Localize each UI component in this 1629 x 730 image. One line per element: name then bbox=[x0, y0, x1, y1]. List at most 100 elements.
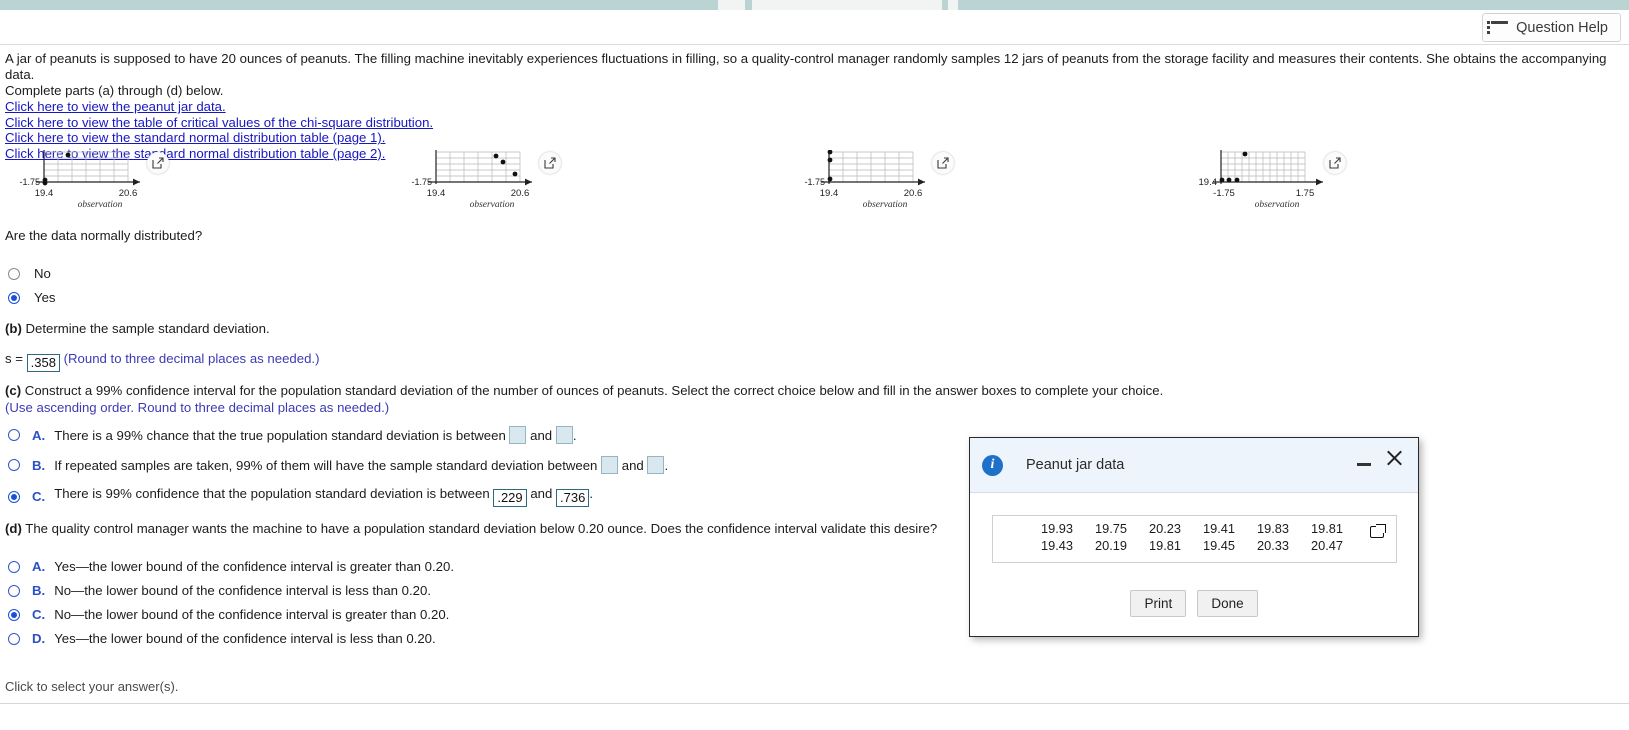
minimize-icon[interactable] bbox=[1357, 454, 1371, 468]
done-button[interactable]: Done bbox=[1197, 590, 1258, 617]
part-c-period-a: . bbox=[572, 428, 577, 443]
cell: 19.81 bbox=[1310, 521, 1343, 536]
browser-chrome-strip bbox=[0, 0, 1629, 10]
part-c-radio-b[interactable] bbox=[8, 459, 20, 471]
svg-text:-1.75: -1.75 bbox=[19, 177, 40, 187]
print-button[interactable]: Print bbox=[1130, 590, 1187, 617]
part-d-text: The quality control manager wants the ma… bbox=[25, 521, 938, 536]
part-a-radio-yes[interactable] bbox=[8, 291, 20, 304]
cell: 19.81 bbox=[1148, 538, 1181, 553]
problem-paragraph: A jar of peanuts is supposed to have 20 … bbox=[5, 51, 1607, 82]
plot-3-expand-icon[interactable] bbox=[932, 152, 954, 174]
plot-3[interactable]: -1.75 19.4 20.6 observation bbox=[785, 150, 985, 212]
cell: 19.75 bbox=[1094, 521, 1127, 536]
part-c-input-b2[interactable] bbox=[647, 456, 665, 474]
part-c-letter-a: A. bbox=[32, 427, 46, 443]
plot-2-expand-icon[interactable] bbox=[539, 152, 561, 174]
plot-2[interactable]: -1.75 19.4 20.6 observation bbox=[392, 150, 592, 212]
dialog-buttons: Print Done bbox=[970, 590, 1418, 617]
problem-instruction: Complete parts (a) through (d) below. bbox=[5, 83, 224, 98]
part-c-input-b1[interactable] bbox=[601, 456, 619, 474]
plot-4-expand-icon[interactable] bbox=[1324, 152, 1346, 174]
plot-1[interactable]: -1.75 19.4 20.6 observation bbox=[0, 150, 200, 212]
part-c-letter-c: C. bbox=[32, 489, 46, 504]
question-toolbar: Question Help bbox=[0, 10, 1629, 45]
part-a-radio-no[interactable] bbox=[8, 267, 20, 280]
link-chi-square-table[interactable]: Click here to view the table of critical… bbox=[5, 115, 433, 130]
part-c-period-c: . bbox=[589, 486, 593, 501]
info-icon: i bbox=[982, 454, 1003, 476]
table-row: 19.93 19.75 20.23 19.41 19.83 19.81 bbox=[1019, 520, 1343, 537]
plot-4[interactable]: 19.4 -1.75 1.75 observation bbox=[1177, 150, 1377, 212]
part-c-and-b: and bbox=[621, 458, 644, 473]
peanut-data-table: 19.93 19.75 20.23 19.41 19.83 19.81 19.4… bbox=[1019, 520, 1343, 554]
list-icon bbox=[1487, 21, 1509, 34]
part-c-input-c1[interactable]: .229 bbox=[493, 489, 527, 507]
part-d-radio-a[interactable] bbox=[8, 560, 20, 573]
svg-text:20.6: 20.6 bbox=[119, 188, 138, 199]
part-c-text-b: If repeated samples are taken, 99% of th… bbox=[54, 458, 598, 473]
part-c-hint: (Use ascending order. Round to three dec… bbox=[5, 400, 390, 415]
svg-text:20.6: 20.6 bbox=[511, 188, 530, 199]
part-d-letter-d: D. bbox=[32, 631, 46, 646]
part-c-input-c2[interactable]: .736 bbox=[556, 489, 590, 507]
svg-text:19.4: 19.4 bbox=[820, 188, 839, 199]
part-c-input-a2[interactable] bbox=[555, 426, 573, 444]
normal-probability-plots: -1.75 19.4 20.6 observation -1.75 19.4 2… bbox=[0, 150, 1629, 212]
svg-text:19.4: 19.4 bbox=[35, 188, 54, 199]
part-a-option-no-row[interactable]: No bbox=[0, 266, 1629, 281]
part-b-rounding-hint: (Round to three decimal places as needed… bbox=[63, 351, 320, 366]
plot-3-axis-caption: observation bbox=[862, 200, 908, 210]
plot-4-axis-caption: observation bbox=[1254, 200, 1300, 210]
part-d-label-b: No—the lower bound of the confidence int… bbox=[54, 583, 431, 598]
part-c-period-b: . bbox=[664, 458, 669, 473]
problem-statement: A jar of peanuts is supposed to have 20 … bbox=[0, 45, 1629, 99]
question-help-button[interactable]: Question Help bbox=[1482, 13, 1621, 42]
close-icon[interactable] bbox=[1384, 448, 1404, 468]
part-c-radio-c[interactable] bbox=[8, 490, 20, 503]
part-c-letter-b: B. bbox=[32, 457, 46, 473]
plot-1-axis-caption: observation bbox=[77, 200, 123, 210]
part-c-input-a1[interactable] bbox=[509, 426, 527, 444]
svg-text:19.4: 19.4 bbox=[1199, 177, 1218, 188]
cell: 19.83 bbox=[1256, 521, 1289, 536]
part-b-s-input[interactable]: .358 bbox=[26, 354, 60, 372]
chrome-segment-a bbox=[718, 0, 745, 10]
svg-text:19.4: 19.4 bbox=[427, 188, 446, 199]
cell: 19.43 bbox=[1040, 538, 1073, 553]
link-normal-table-page1[interactable]: Click here to view the standard normal d… bbox=[5, 130, 385, 145]
part-c-and-a: and bbox=[530, 428, 553, 443]
link-peanut-jar-data[interactable]: Click here to view the peanut jar data. bbox=[5, 99, 226, 114]
part-b-prefix: (b) bbox=[5, 321, 22, 336]
plot-1-expand-icon[interactable] bbox=[147, 152, 169, 174]
part-c-text-c: There is 99% confidence that the populat… bbox=[54, 486, 490, 501]
table-row: 19.43 20.19 19.81 19.45 20.33 20.47 bbox=[1019, 537, 1343, 554]
svg-text:-1.75: -1.75 bbox=[1213, 188, 1235, 199]
part-a-label-no: No bbox=[34, 266, 51, 281]
copy-icon[interactable] bbox=[1370, 524, 1386, 538]
part-a: Are the data normally distributed? bbox=[0, 228, 1629, 243]
part-c-radio-a[interactable] bbox=[8, 429, 20, 441]
question-help-label: Question Help bbox=[1516, 19, 1608, 36]
svg-text:20.6: 20.6 bbox=[904, 188, 923, 199]
part-a-option-yes-row[interactable]: Yes bbox=[0, 290, 1629, 305]
part-d-label-d: Yes—the lower bound of the confidence in… bbox=[54, 631, 436, 646]
part-d-radio-c[interactable] bbox=[8, 608, 20, 621]
chrome-segment-b bbox=[752, 0, 942, 10]
cell: 19.93 bbox=[1040, 521, 1073, 536]
peanut-jar-data-dialog: i Peanut jar data 19.93 19.75 20.23 19.4… bbox=[969, 437, 1419, 637]
part-d-radio-d[interactable] bbox=[8, 632, 20, 645]
question-content: A jar of peanuts is supposed to have 20 … bbox=[0, 45, 1629, 161]
cell: 19.41 bbox=[1202, 521, 1235, 536]
svg-text:-1.75: -1.75 bbox=[804, 177, 825, 187]
part-d-label-a: Yes—the lower bound of the confidence in… bbox=[54, 559, 454, 574]
part-d-letter-a: A. bbox=[32, 559, 46, 574]
svg-text:1.75: 1.75 bbox=[1296, 188, 1315, 199]
part-d-radio-b[interactable] bbox=[8, 584, 20, 597]
part-d-letter-b: B. bbox=[32, 583, 46, 598]
part-c-and-c: and bbox=[530, 486, 553, 501]
status-text: Click to select your answer(s). bbox=[5, 679, 179, 694]
cell: 20.23 bbox=[1148, 521, 1181, 536]
dialog-titlebar: i Peanut jar data bbox=[970, 438, 1418, 493]
part-d-prefix: (d) bbox=[5, 521, 22, 536]
